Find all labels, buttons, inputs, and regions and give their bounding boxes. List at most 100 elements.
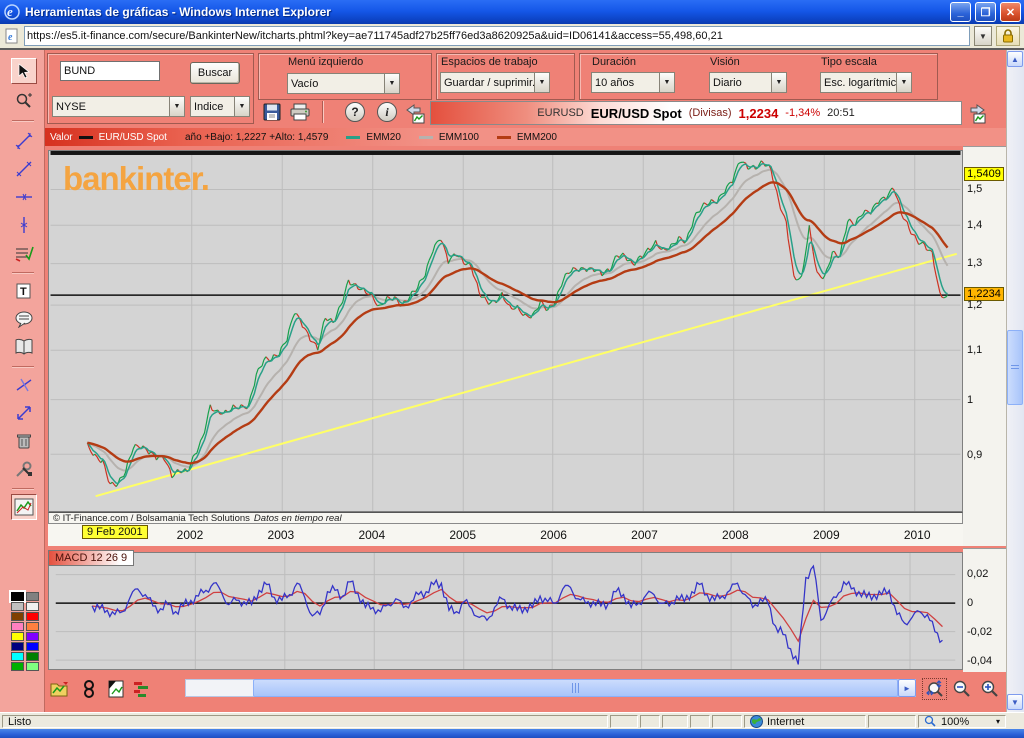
high-badge: 1,5409 [964, 167, 1004, 181]
vscroll-thumb[interactable] [1007, 330, 1023, 405]
palette-color-14[interactable] [11, 662, 24, 671]
tool-divider-2 [12, 272, 34, 274]
quote-symbol: EURUSD [537, 107, 583, 119]
palette-color-1[interactable] [26, 592, 39, 601]
exchange-value: NYSE [53, 101, 169, 113]
macd-plot[interactable] [48, 552, 963, 670]
scale-select[interactable]: Esc. logarítmica ▼ [820, 72, 912, 93]
vision-select[interactable]: Diario ▼ [709, 72, 787, 93]
macd-tick-label: -0,04 [967, 655, 992, 667]
svg-text:T: T [20, 286, 27, 298]
maximize-button[interactable]: ❐ [975, 2, 996, 22]
zoom-tool[interactable] [11, 88, 37, 114]
segment-tool[interactable] [11, 128, 37, 154]
settings-tool[interactable] [11, 456, 37, 482]
callout-tool[interactable] [11, 306, 37, 332]
palette-color-0[interactable] [11, 592, 24, 601]
palette-color-13[interactable] [26, 652, 39, 661]
type-select[interactable]: Indice ▼ [190, 96, 250, 117]
security-lock-icon[interactable] [996, 26, 1020, 46]
scale-dropdown-icon[interactable]: ▼ [896, 73, 911, 92]
year-tick-label: 2008 [717, 528, 753, 542]
vscroll-up-button[interactable]: ▲ [1007, 51, 1023, 67]
status-zoom-caret[interactable]: ▾ [996, 717, 1000, 726]
workspaces-select[interactable]: Guardar / suprimir... ▼ [440, 72, 550, 93]
vision-dropdown-icon[interactable]: ▼ [771, 73, 786, 92]
palette-color-12[interactable] [11, 652, 24, 661]
prev-chart-icon[interactable] [404, 102, 426, 124]
close-button[interactable]: ✕ [1000, 2, 1021, 22]
trendline-tool[interactable] [11, 156, 37, 182]
notebook-tool[interactable] [11, 334, 37, 360]
compare-chart-icon[interactable] [50, 680, 70, 698]
toolbar-divider [322, 101, 324, 123]
exchange-dropdown-icon[interactable]: ▼ [169, 97, 184, 116]
vertical-line-tool[interactable] [11, 212, 37, 238]
duration-dropdown-icon[interactable]: ▼ [659, 73, 674, 92]
help-button[interactable]: ? [345, 102, 365, 122]
status-bar: Listo Internet 100% ▾ [0, 712, 1024, 729]
legend-emm200-label: EMM200 [517, 132, 557, 143]
info-button[interactable]: i [377, 102, 397, 122]
search-input[interactable] [60, 61, 160, 81]
search-button[interactable]: Buscar [190, 62, 240, 84]
print-icon[interactable] [290, 103, 310, 121]
internet-globe-icon [750, 715, 763, 728]
hscroll-thumb[interactable] [253, 679, 898, 697]
palette-color-6[interactable] [11, 622, 24, 631]
notes-icon[interactable] [108, 680, 124, 698]
exchange-select[interactable]: NYSE ▼ [52, 96, 185, 117]
next-chart-icon[interactable] [965, 102, 987, 124]
left-menu-select[interactable]: Vacío ▼ [287, 73, 400, 94]
price-plot[interactable] [48, 150, 963, 512]
erase-line-tool[interactable] [11, 372, 37, 398]
status-zoom-cell[interactable]: 100% ▾ [918, 715, 1006, 728]
status-cell-5 [712, 715, 742, 728]
workspaces-dropdown-icon[interactable]: ▼ [534, 73, 549, 92]
move-tool[interactable] [11, 400, 37, 426]
palette-color-7[interactable] [26, 622, 39, 631]
price-tick-label: 1,5 [967, 183, 982, 195]
tool-divider-3 [12, 366, 34, 368]
palette-color-3[interactable] [26, 602, 39, 611]
fibonacci-tool[interactable] [11, 240, 37, 266]
trash-tool[interactable] [11, 428, 37, 454]
macd-tick-label: -0,02 [967, 626, 992, 638]
zoom-fit-icon[interactable] [922, 678, 947, 700]
pointer-tool[interactable] [11, 58, 37, 84]
hscroll-right-button[interactable]: ► [898, 679, 916, 697]
palette-color-8[interactable] [11, 632, 24, 641]
status-cell-1 [610, 715, 638, 728]
palette-color-5[interactable] [26, 612, 39, 621]
palette-color-10[interactable] [11, 642, 24, 651]
scale-label: Tipo escala [821, 56, 877, 68]
link-icon[interactable] [82, 680, 96, 698]
save-icon[interactable] [263, 103, 281, 121]
duration-select[interactable]: 10 años ▼ [591, 72, 675, 93]
scale-value: Esc. logarítmica [821, 77, 896, 89]
chart-style-tool[interactable] [11, 494, 37, 520]
palette-color-9[interactable] [26, 632, 39, 641]
copyright-text: © IT-Finance.com / Bolsamania Tech Solut… [53, 513, 250, 524]
left-menu-dropdown-icon[interactable]: ▼ [384, 74, 399, 93]
type-dropdown-icon[interactable]: ▼ [234, 97, 249, 116]
vscroll-down-button[interactable]: ▼ [1007, 694, 1023, 710]
text-tool[interactable]: T [11, 278, 37, 304]
status-zone-cell: Internet [744, 715, 866, 728]
minimize-button[interactable]: _ [950, 2, 971, 22]
palette-color-2[interactable] [11, 602, 24, 611]
legend-swatch-emm20 [346, 136, 360, 139]
quote-bar[interactable]: EURUSD EUR/USD Spot (Divisas) 1,2234 -1,… [430, 101, 962, 125]
copyright-strip: © IT-Finance.com / Bolsamania Tech Solut… [48, 512, 963, 524]
x-axis: 9 Feb 2001 20022003200420052006200720082… [48, 524, 963, 546]
volume-profile-icon[interactable] [132, 680, 150, 698]
zoom-in-icon[interactable] [980, 679, 1000, 699]
url-dropdown-button[interactable]: ▼ [974, 26, 992, 46]
horizontal-line-tool[interactable] [11, 184, 37, 210]
zoom-out-icon[interactable] [952, 679, 972, 699]
status-cell-6 [868, 715, 916, 728]
url-input[interactable] [25, 30, 969, 42]
palette-color-11[interactable] [26, 642, 39, 651]
palette-color-15[interactable] [26, 662, 39, 671]
palette-color-4[interactable] [11, 612, 24, 621]
